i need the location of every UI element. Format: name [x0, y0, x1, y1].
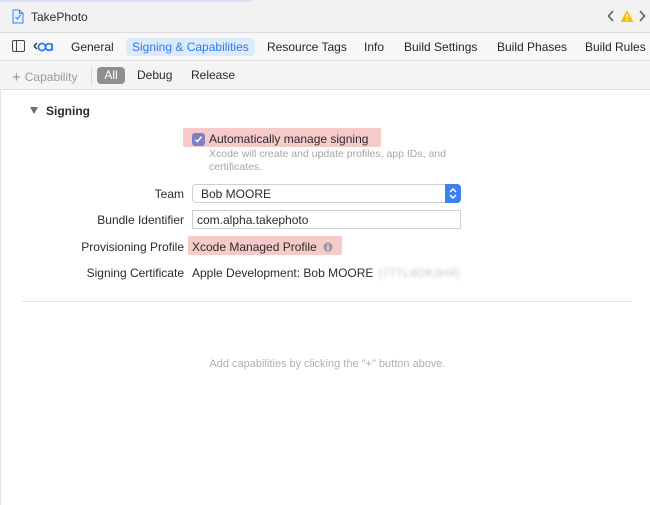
team-label: Team	[154, 187, 184, 201]
add-capability-button[interactable]: + Capability	[12, 68, 78, 86]
filter-bar: + Capability All Debug Release	[0, 61, 650, 90]
signing-certificate-label: Signing Certificate	[86, 266, 184, 280]
auto-manage-checkbox[interactable]	[192, 133, 205, 146]
signing-certificate-name: Apple Development: Bob MOORE	[192, 266, 374, 280]
section-divider	[22, 301, 632, 302]
sidebar-toggle-icon[interactable]	[12, 40, 25, 52]
provisioning-profile-label: Provisioning Profile	[81, 240, 184, 254]
add-capability-label: Capability	[24, 70, 78, 84]
signing-section-title: Signing	[46, 104, 90, 118]
editor-tab-bar: General Signing & Capabilities Resource …	[0, 33, 650, 61]
bundle-id-field[interactable]	[192, 210, 461, 229]
tab-build-phases[interactable]: Build Phases	[497, 38, 567, 56]
popup-stepper-icon[interactable]	[445, 184, 461, 203]
tab-resource-tags[interactable]: Resource Tags	[267, 38, 347, 56]
certificate-id-redacted: (77TL4GK3H4)	[378, 266, 460, 280]
project-bar-accent	[0, 0, 252, 2]
empty-capabilities-message: Add capabilities by clicking the "+" but…	[209, 358, 446, 370]
auto-manage-hint: Xcode will create and update profiles, a…	[209, 148, 446, 173]
filter-all[interactable]: All	[97, 67, 125, 84]
filter-release[interactable]: Release	[191, 67, 235, 84]
team-popup[interactable]: Bob MOORE	[192, 184, 461, 203]
warning-icon[interactable]	[620, 9, 634, 23]
auto-manage-label[interactable]: Automatically manage signing	[209, 132, 368, 146]
target-selector-icon[interactable]	[32, 38, 54, 54]
content-left-border	[0, 90, 1, 505]
plus-icon: +	[12, 69, 21, 86]
disclosure-triangle-icon[interactable]	[30, 107, 38, 114]
team-value: Bob MOORE	[201, 187, 272, 201]
tab-build-rules[interactable]: Build Rules	[585, 38, 646, 56]
signing-content: Signing Automatically manage signing Xco…	[0, 90, 650, 505]
bundle-id-label: Bundle Identifier	[97, 213, 184, 227]
filter-debug[interactable]: Debug	[137, 67, 172, 84]
project-title: TakePhoto	[31, 10, 88, 24]
project-bar: TakePhoto	[0, 0, 650, 33]
tab-general[interactable]: General	[71, 38, 114, 56]
signing-certificate-value: Apple Development: Bob MOORE (77TL4GK3H4)	[192, 266, 460, 280]
tab-info[interactable]: Info	[364, 38, 384, 56]
bundle-id-input[interactable]	[197, 212, 452, 227]
filter-divider	[91, 67, 92, 85]
chevron-left-icon[interactable]	[606, 9, 616, 23]
info-icon[interactable]	[323, 241, 333, 252]
tab-signing-capabilities[interactable]: Signing & Capabilities	[126, 38, 255, 56]
signing-section-header[interactable]: Signing	[30, 104, 90, 118]
provisioning-profile-value: Xcode Managed Profile	[192, 240, 317, 254]
chevron-right-icon[interactable]	[637, 9, 647, 23]
project-file-icon	[12, 9, 24, 24]
tab-build-settings[interactable]: Build Settings	[404, 38, 477, 56]
